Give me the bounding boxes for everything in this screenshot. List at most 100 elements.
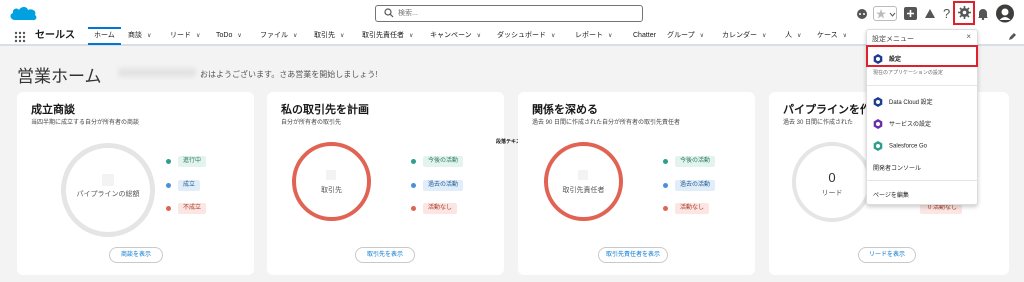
- tab-label: 取引先: [314, 32, 335, 39]
- help-icon[interactable]: ?: [942, 6, 952, 21]
- legend-dot-green: [663, 159, 668, 164]
- legend-lost: 不成立: [178, 203, 207, 214]
- app-launcher-icon[interactable]: [14, 31, 26, 43]
- tab-calendar[interactable]: カレンダー ∨: [722, 28, 766, 44]
- einstein-icon[interactable]: [855, 5, 869, 22]
- ring-center-label: 取引先責任者: [562, 187, 605, 194]
- legend-dot-blue: [663, 183, 668, 188]
- legend-dot-green: [411, 159, 416, 164]
- global-header: 検索... ?: [0, 0, 1024, 27]
- service-setup-item[interactable]: サービスの設定: [873, 119, 932, 130]
- legend-dot-green: [166, 159, 171, 164]
- chevron-down-icon[interactable]: ∨: [700, 28, 704, 44]
- salesforce-go-item[interactable]: Salesforce Go: [873, 141, 927, 151]
- divider: [867, 180, 977, 181]
- edit-pencil-icon[interactable]: [1008, 32, 1017, 41]
- favorites-button[interactable]: [873, 6, 897, 21]
- close-icon[interactable]: ×: [966, 32, 971, 41]
- chevron-down-icon[interactable]: ∨: [797, 28, 801, 44]
- tab-people[interactable]: 人 ∨: [785, 28, 801, 44]
- gear-icon: [873, 119, 883, 130]
- tab-label: 取引先責任者: [362, 32, 404, 39]
- legend-past-activity: 過去の活動: [675, 180, 716, 191]
- chart-placeholder-icon: [102, 174, 114, 186]
- card-subtitle: 当四半期に成立する自分が所有者の商談: [31, 120, 140, 126]
- view-opportunities-button[interactable]: 商談を表示: [109, 247, 163, 263]
- legend-past-activity: 過去の活動: [423, 180, 464, 191]
- chart-placeholder-icon: [578, 170, 588, 180]
- user-avatar[interactable]: [996, 4, 1014, 23]
- user-name-blurred: [118, 68, 196, 77]
- tab-reports[interactable]: レポート ∨: [575, 28, 612, 44]
- tab-label: ToDo: [216, 32, 233, 39]
- gear-icon: [873, 141, 883, 151]
- legend-upcoming-activity: 今後の活動: [675, 156, 716, 167]
- setup-subtitle: 現在のアプリケーションの設定: [873, 70, 943, 76]
- chevron-down-icon[interactable]: ∨: [477, 28, 481, 44]
- tab-cases[interactable]: ケース ∨: [817, 28, 847, 44]
- chevron-down-icon[interactable]: ∨: [340, 28, 344, 44]
- chart-placeholder-icon: [326, 170, 336, 180]
- menu-item-label: サービスの設定: [889, 122, 932, 128]
- global-search-input[interactable]: 検索...: [375, 5, 643, 22]
- svg-text:?: ?: [943, 6, 950, 21]
- legend-dot-red: [411, 206, 416, 211]
- menu-item-label: Salesforce Go: [889, 143, 928, 150]
- tab-dashboards[interactable]: ダッシュボード ∨: [497, 28, 555, 44]
- chevron-down-icon[interactable]: ∨: [409, 28, 413, 44]
- tab-label: リード: [170, 32, 191, 39]
- view-leads-button[interactable]: リードを表示: [858, 247, 916, 263]
- chevron-down-icon[interactable]: ∨: [147, 28, 151, 44]
- card-title: 関係を深める: [532, 104, 598, 116]
- salesforce-logo[interactable]: [8, 4, 38, 24]
- card-closed-opportunities: 成立商談 当四半期に成立する自分が所有者の商談 パイプラインの総額 進行中 成立…: [17, 92, 254, 275]
- chevron-down-icon[interactable]: ∨: [608, 28, 612, 44]
- tab-label: グループ: [667, 32, 695, 39]
- chevron-down-icon[interactable]: ∨: [843, 28, 847, 44]
- notification-bell-icon[interactable]: [977, 7, 989, 20]
- trailhead-icon[interactable]: [923, 6, 937, 20]
- setup-menu-title: 設定メニュー: [872, 36, 914, 43]
- tab-contacts[interactable]: 取引先責任者 ∨: [362, 28, 413, 44]
- data-cloud-setup-item[interactable]: Data Cloud 設定: [873, 97, 933, 108]
- tab-label: レポート: [575, 32, 603, 39]
- tab-label: Chatter: [633, 32, 656, 39]
- ring-center-label: パイプラインの総額: [76, 191, 140, 198]
- tab-groups[interactable]: グループ ∨: [667, 28, 704, 44]
- tab-opportunities[interactable]: 商談 ∨: [128, 28, 151, 44]
- edit-page-item[interactable]: ページを編集: [873, 190, 909, 199]
- ring-center-label: リード: [821, 190, 843, 197]
- tab-leads[interactable]: リード ∨: [170, 28, 200, 44]
- card-title: 私の取引先を計画: [281, 104, 369, 116]
- tab-campaigns[interactable]: キャンペーン ∨: [430, 28, 481, 44]
- chevron-down-icon[interactable]: ∨: [196, 28, 200, 44]
- divider: [867, 85, 977, 86]
- chevron-down-icon[interactable]: ∨: [293, 28, 297, 44]
- card-subtitle: 過去 90 日間に作成された自分が所有者の取引先責任者: [532, 120, 681, 126]
- view-contacts-button[interactable]: 取引先責任者を表示: [598, 247, 668, 263]
- legend-no-activity: 活動なし: [423, 203, 458, 214]
- tab-chatter[interactable]: Chatter: [633, 28, 656, 44]
- star-icon: [876, 9, 886, 19]
- tab-label: ダッシュボード: [497, 32, 546, 39]
- ring-center-value: 0: [828, 170, 836, 185]
- add-icon[interactable]: [904, 7, 917, 20]
- legend-dot-blue: [166, 183, 171, 188]
- tab-todo[interactable]: ToDo ∨: [216, 28, 242, 44]
- chevron-down-icon[interactable]: ∨: [762, 28, 766, 44]
- developer-console-item[interactable]: 開発者コンソール: [873, 163, 921, 172]
- search-placeholder: 検索...: [398, 10, 418, 17]
- chevron-down-icon[interactable]: ∨: [551, 28, 555, 44]
- tab-accounts[interactable]: 取引先 ∨: [314, 28, 344, 44]
- chevron-down-icon: [889, 12, 896, 17]
- view-accounts-button[interactable]: 取引先を表示: [355, 247, 415, 263]
- chevron-down-icon[interactable]: ∨: [237, 28, 241, 44]
- tab-label: ホーム: [94, 32, 115, 39]
- card-subtitle: 過去 30 日間に作成された: [783, 120, 854, 126]
- app-name: セールス: [35, 30, 75, 41]
- tab-home[interactable]: ホーム: [88, 27, 121, 45]
- tab-files[interactable]: ファイル ∨: [260, 28, 297, 44]
- page-title: 営業ホーム: [17, 67, 102, 86]
- legend-in-progress: 進行中: [178, 156, 207, 167]
- tab-label: ファイル: [260, 32, 288, 39]
